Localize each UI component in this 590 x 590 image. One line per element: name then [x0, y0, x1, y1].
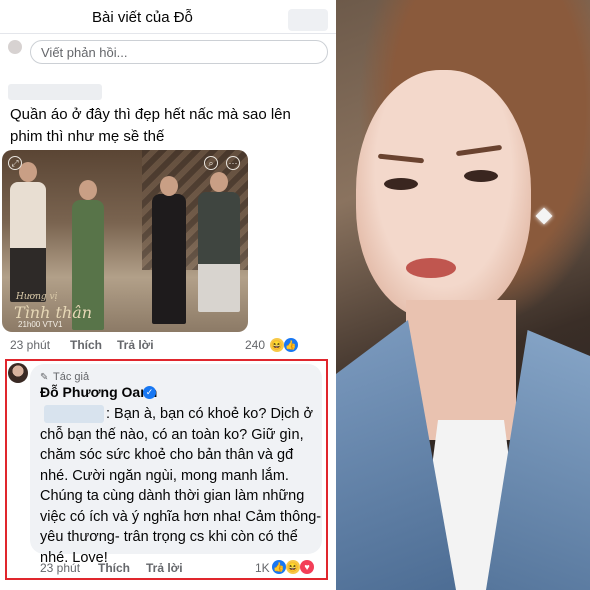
person-figure — [198, 192, 240, 312]
woman-photo — [336, 0, 590, 590]
comment-photo[interactable]: Hương vị Tình thân 21h00 VTV1 ⤢ ⌕ ⋯ — [2, 150, 248, 332]
author-name[interactable]: Đỗ Phương Oanh — [40, 384, 157, 400]
person-figure — [10, 182, 46, 302]
facebook-post-panel: Bài viết của Đỗ Viết phản hồi... Quần áo… — [0, 0, 336, 590]
blurred-commenter-name — [8, 84, 102, 100]
watermark-line1: Hương vị — [16, 292, 58, 302]
reaction-count[interactable]: 1K — [255, 561, 270, 575]
person-head — [79, 180, 97, 200]
face — [356, 70, 531, 320]
pencil-icon: ✎ — [40, 372, 49, 383]
eye — [384, 178, 418, 190]
like-button[interactable]: Thích — [70, 338, 102, 352]
person-figure — [152, 194, 186, 324]
person-head — [210, 172, 228, 192]
reply-button[interactable]: Trả lời — [117, 338, 154, 352]
comment-time: 23 phút — [10, 338, 51, 352]
blurred-region — [288, 9, 328, 31]
lips — [406, 258, 456, 278]
verified-icon: ✓ — [143, 386, 156, 399]
reply-input[interactable]: Viết phản hồi... — [30, 40, 328, 64]
comment-time: 23 phút — [40, 561, 81, 575]
reply-button[interactable]: Trả lời — [146, 561, 183, 575]
like-icon: 👍 — [272, 560, 286, 574]
author-avatar[interactable] — [8, 363, 28, 383]
eye — [464, 170, 498, 182]
more-icon[interactable]: ⋯ — [226, 156, 240, 170]
expand-icon[interactable]: ⤢ — [8, 156, 22, 170]
person-head — [160, 176, 178, 196]
haha-icon: 😆 — [270, 338, 284, 352]
post-header-title: Bài viết của Đỗ — [92, 9, 193, 26]
like-icon: 👍 — [284, 338, 298, 352]
love-icon: ♥ — [300, 560, 314, 574]
search-icon[interactable]: ⌕ — [204, 156, 218, 170]
author-badge: Tác giả — [53, 371, 90, 383]
author-comment-text: : Bạn à, bạn có khoẻ ko? Dịch ở chỗ bạn … — [40, 406, 322, 566]
post-header: Bài viết của Đỗ — [0, 0, 336, 34]
reply-placeholder: Viết phản hồi... — [41, 45, 128, 60]
watermark-line3: 21h00 VTV1 — [18, 320, 63, 329]
haha-icon: 😆 — [286, 560, 300, 574]
reaction-count[interactable]: 240 — [245, 338, 265, 352]
user-avatar — [8, 40, 22, 54]
comment-text: Quần áo ở đây thì đẹp hết nấc mà sao lên… — [10, 106, 291, 145]
like-button[interactable]: Thích — [98, 561, 130, 575]
